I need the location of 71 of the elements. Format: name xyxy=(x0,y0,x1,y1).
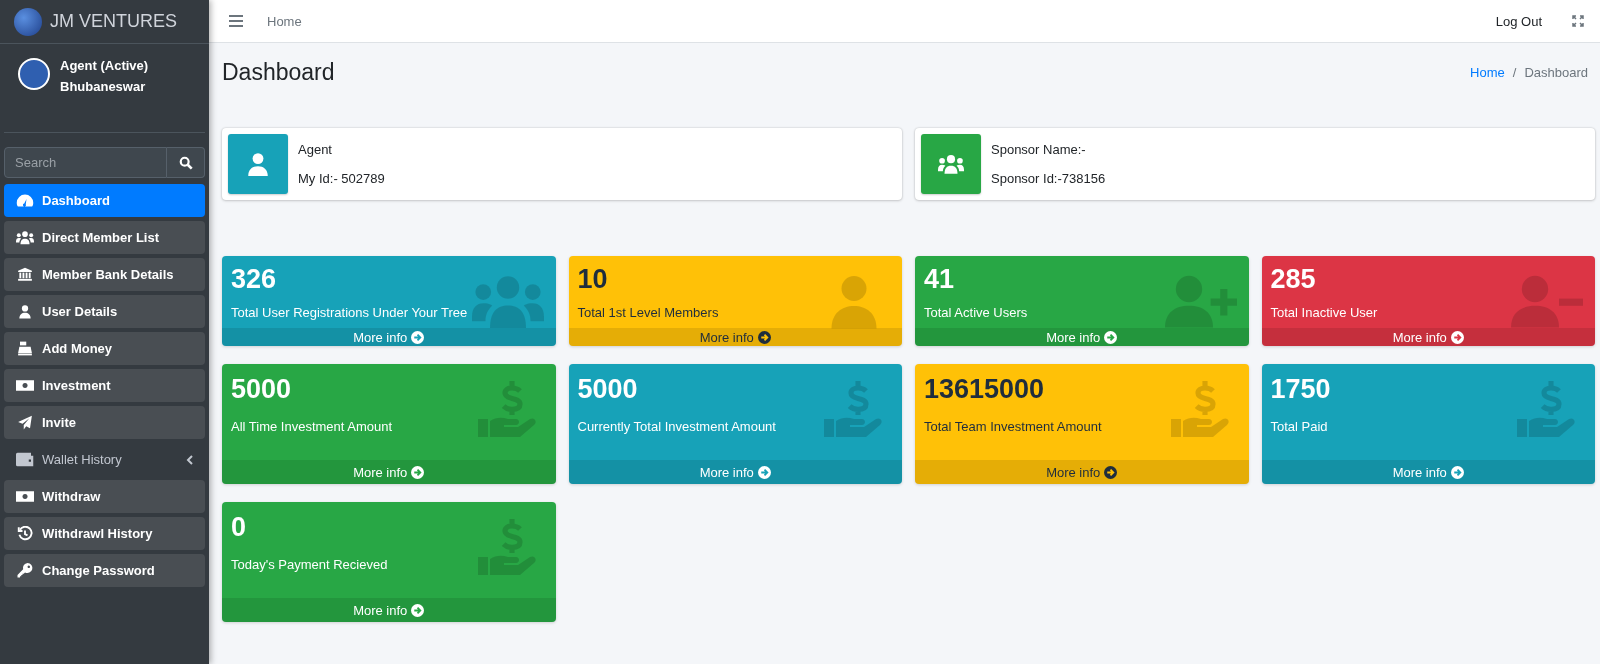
history-icon xyxy=(16,526,34,541)
stat-label: Total Inactive User xyxy=(1270,305,1379,320)
cash-register-icon xyxy=(16,341,34,356)
profile-text: Agent xyxy=(298,142,333,157)
user-avatar xyxy=(18,58,50,90)
breadcrumb-separator: / xyxy=(1512,65,1517,80)
stat-value: 5000 xyxy=(577,374,638,405)
arrow-circle-icon xyxy=(411,603,425,617)
profile-text: Sponsor Name:- xyxy=(991,142,1087,157)
sidebar-item[interactable]: Wallet History xyxy=(4,443,205,476)
sidebar-item[interactable]: Withdrawl History xyxy=(4,517,205,550)
search-icon xyxy=(178,155,193,170)
stat-value: 41 xyxy=(924,264,955,295)
arrow-circle-icon xyxy=(1450,465,1464,479)
search-field[interactable]: Search xyxy=(4,147,167,178)
arrow-circle-icon xyxy=(411,465,425,479)
wallet-icon xyxy=(16,452,34,467)
profile-text: My Id:- 502789 xyxy=(298,171,385,186)
stat-value: 13615000 xyxy=(924,374,1045,405)
stat-value: 10 xyxy=(577,264,608,295)
stat-value: 285 xyxy=(1270,264,1316,295)
sidebar-item[interactable]: Withdraw xyxy=(4,480,205,513)
chevron-icon xyxy=(186,454,193,465)
home-link[interactable]: Home xyxy=(267,13,302,29)
stat-value: 1750 xyxy=(1270,374,1331,405)
arrow-circle-icon xyxy=(757,465,771,479)
paper-plane-icon xyxy=(16,415,34,430)
more-info-link[interactable]: More info xyxy=(222,598,556,622)
more-info-link[interactable]: More info xyxy=(1261,460,1595,484)
more-info-link[interactable]: More info xyxy=(222,460,556,484)
sidebar-item[interactable]: Member Bank Details xyxy=(4,258,205,291)
sidebar-item[interactable]: User Details xyxy=(4,295,205,328)
users-icon xyxy=(16,230,34,245)
sidebar-item[interactable]: Direct Member List xyxy=(4,221,205,254)
page-title: Dashboard xyxy=(222,59,335,86)
breadcrumb-link[interactable]: Home xyxy=(1470,65,1505,80)
user-location: Bhubaneswar xyxy=(60,79,147,94)
fullscreen-icon[interactable] xyxy=(1572,15,1584,27)
stat-label: All Time Investment Amount xyxy=(231,419,394,434)
banknote-icon xyxy=(16,378,34,393)
stat-value: 0 xyxy=(231,512,247,543)
stat-label: Total User Registrations Under Your Tree xyxy=(231,305,469,320)
brand-logo xyxy=(14,7,42,36)
more-info-link[interactable]: More info xyxy=(915,460,1249,484)
sidebar-item[interactable]: Add Money xyxy=(4,332,205,365)
user-role: Agent (Active) xyxy=(60,58,149,73)
sidebar-item[interactable]: Dashboard xyxy=(4,184,205,217)
sidebar-item[interactable]: Change Password xyxy=(4,554,205,587)
profile-text: Sponsor Id:-738156 xyxy=(991,171,1106,186)
stat-value: 5000 xyxy=(231,374,292,405)
search-button[interactable] xyxy=(167,147,205,178)
sidebar-item[interactable]: Invite xyxy=(4,406,205,439)
stat-label: Currently Total Investment Amount xyxy=(577,419,777,434)
breadcrumb-current: Dashboard xyxy=(1524,65,1588,80)
more-info-link[interactable]: More info xyxy=(568,460,902,484)
banknote-icon xyxy=(16,489,34,504)
bank-icon xyxy=(16,267,34,282)
stat-label: Total Team Investment Amount xyxy=(924,419,1103,434)
key-icon xyxy=(16,563,34,578)
menu-icon[interactable] xyxy=(229,15,243,27)
person-icon xyxy=(245,151,271,177)
stat-label: Today's Payment Recieved xyxy=(231,557,389,572)
stat-label: Total Active Users xyxy=(924,305,1029,320)
stat-label: Total Paid xyxy=(1270,419,1329,434)
stat-label: Total 1st Level Members xyxy=(577,305,720,320)
arrow-circle-icon xyxy=(1104,465,1118,479)
sidebar-item[interactable]: Investment xyxy=(4,369,205,402)
stat-value: 326 xyxy=(231,264,277,295)
logout-button[interactable]: Log Out xyxy=(1489,12,1548,30)
brand-name: JM VENTURES xyxy=(50,11,177,32)
gauge-icon xyxy=(16,193,34,208)
